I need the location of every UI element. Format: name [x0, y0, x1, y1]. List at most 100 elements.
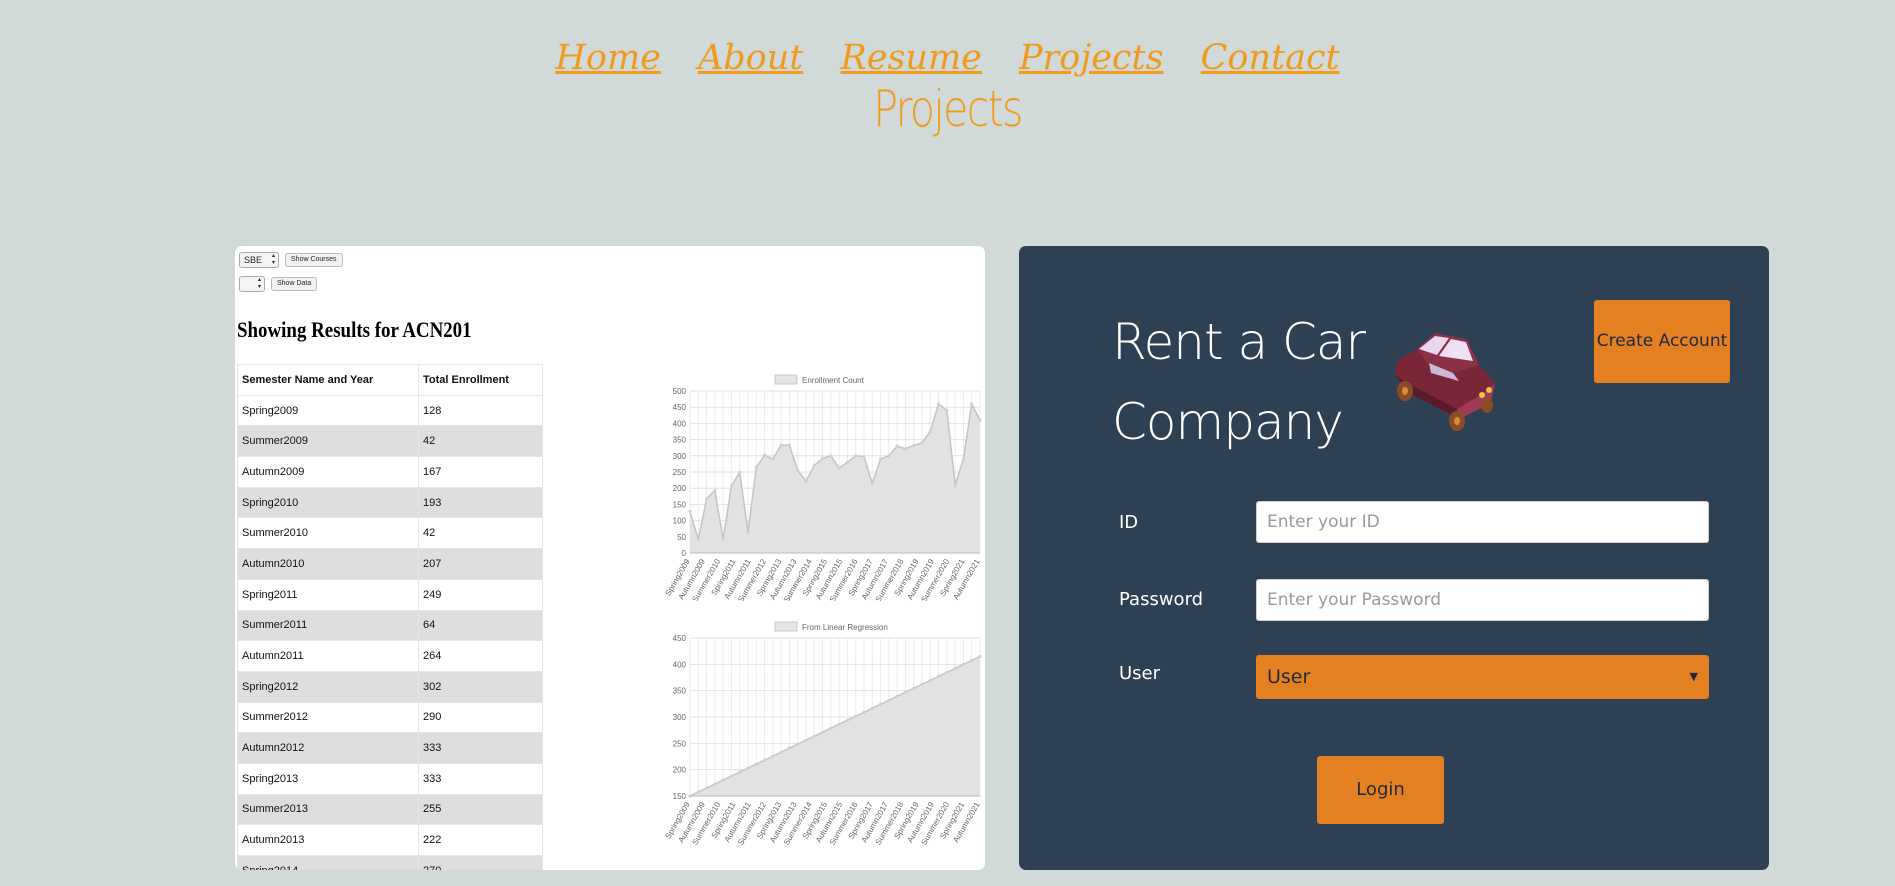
y-tick-label: 200: [673, 766, 687, 775]
y-tick-label: 300: [673, 713, 687, 722]
chart-legend: Enrollment Count: [774, 374, 865, 385]
login-button[interactable]: Login: [1317, 756, 1444, 824]
data-point: [903, 690, 908, 694]
semester-cell: Summer2012: [237, 701, 419, 734]
semester-cell: Spring2013: [237, 762, 419, 795]
department-controls: SBE Show Courses: [239, 252, 343, 268]
legend-label: From Linear Regression: [802, 623, 888, 632]
chart-legend: From Linear Regression: [774, 621, 888, 632]
enrollment-count-chart: Enrollment Count 0 50 100 150 200 250 300 350 400…: [663, 374, 982, 601]
y-tick-label: 250: [673, 739, 687, 748]
nav-projects-link[interactable]: Projects: [1019, 38, 1164, 78]
enrollment-cell: 270: [418, 855, 543, 870]
data-point: [970, 402, 974, 406]
y-tick-label: 0: [682, 549, 687, 558]
data-point: [738, 770, 742, 774]
y-tick-label: 450: [673, 403, 687, 412]
y-tick-label: 100: [673, 517, 687, 526]
y-tick-label: 150: [673, 792, 687, 801]
data-point: [854, 714, 858, 718]
data-point: [837, 722, 841, 726]
data-point: [762, 758, 767, 762]
data-point: [953, 483, 957, 487]
nav-resume-link[interactable]: Resume: [840, 38, 981, 78]
semester-cell: Autumn2012: [237, 732, 419, 764]
data-point: [920, 441, 924, 445]
show-courses-button[interactable]: Show Courses: [285, 253, 343, 267]
table-row: Autumn2012 333: [237, 732, 543, 764]
course-select[interactable]: [239, 276, 265, 292]
brand-line-1: Rent a Car: [1112, 313, 1366, 371]
data-point: [754, 465, 758, 470]
semester-cell: Spring2010: [237, 486, 419, 519]
data-point: [829, 726, 833, 730]
main-nav: Home About Resume Projects Contact: [0, 38, 1895, 78]
data-point: [870, 706, 874, 710]
semester-cell: Summer2013: [237, 793, 419, 826]
user-type-select[interactable]: User ▼: [1256, 655, 1709, 699]
data-point: [895, 694, 899, 698]
data-point: [729, 774, 734, 778]
legend-swatch: [774, 621, 798, 632]
enrollment-cell: 249: [418, 578, 543, 611]
data-point: [978, 418, 982, 422]
data-point: [961, 457, 966, 461]
id-input[interactable]: Enter your ID: [1256, 501, 1709, 543]
create-account-button[interactable]: Create Account: [1594, 300, 1730, 383]
semester-cell: Summer2011: [237, 609, 419, 642]
data-point: [796, 468, 800, 472]
legend-swatch: [774, 374, 798, 385]
semester-cell: Spring2012: [237, 670, 419, 703]
semester-cell: Autumn2013: [237, 824, 419, 856]
show-data-button[interactable]: Show Data: [271, 277, 318, 291]
table-row: Spring2012 302: [237, 670, 543, 703]
data-point: [696, 537, 700, 541]
data-point: [845, 460, 850, 464]
y-tick-label: 400: [673, 419, 687, 428]
data-point: [945, 670, 949, 674]
data-point: [696, 790, 700, 794]
data-point: [820, 456, 825, 460]
data-point: [812, 734, 816, 738]
rent-a-car-project-card[interactable]: Rent a Car Company Create Account ID Ent…: [1019, 246, 1769, 870]
y-tick-label: 50: [677, 533, 686, 542]
data-point: [887, 454, 891, 458]
semester-cell: Spring2011: [237, 578, 419, 611]
semester-cell: Autumn2010: [237, 548, 419, 580]
data-point: [878, 702, 883, 706]
enrollment-cell: 193: [418, 486, 543, 519]
data-point: [746, 530, 750, 534]
data-point: [787, 443, 792, 447]
enrollment-cell: 167: [418, 456, 543, 488]
enrollment-cell: 222: [418, 824, 543, 856]
data-point: [928, 678, 932, 682]
data-point: [713, 782, 717, 786]
series-area: [690, 403, 980, 553]
enrollment-cell: 290: [418, 701, 543, 734]
data-point: [961, 662, 966, 667]
data-point: [771, 754, 775, 758]
enrollment-cell: 302: [418, 670, 543, 703]
nav-contact-link[interactable]: Contact: [1201, 38, 1340, 78]
data-point: [829, 454, 833, 458]
enrollment-project-card[interactable]: SBE Show Courses Show Data Showing Resul…: [235, 246, 985, 870]
data-point: [721, 537, 725, 541]
table-row: Autumn2009 167: [237, 456, 543, 488]
table-row: Summer2012 290: [237, 701, 543, 734]
legend-label: Enrollment Count: [802, 376, 865, 385]
data-point: [845, 718, 850, 722]
table-row: Spring2009 128: [237, 394, 543, 427]
password-input[interactable]: Enter your Password: [1256, 579, 1709, 621]
table-row: Summer2010 42: [237, 517, 543, 550]
nav-about-link[interactable]: About: [698, 38, 803, 78]
semester-cell: Summer2009: [237, 425, 419, 458]
data-point: [970, 658, 974, 663]
enrollment-cell: 333: [418, 762, 543, 795]
brand-title: Rent a Car Company: [1112, 302, 1366, 462]
department-select[interactable]: SBE: [239, 252, 280, 268]
data-point: [787, 746, 792, 750]
data-point: [704, 497, 709, 501]
nav-home-link[interactable]: Home: [555, 38, 661, 78]
user-label: User: [1119, 663, 1161, 684]
data-point: [903, 447, 908, 451]
